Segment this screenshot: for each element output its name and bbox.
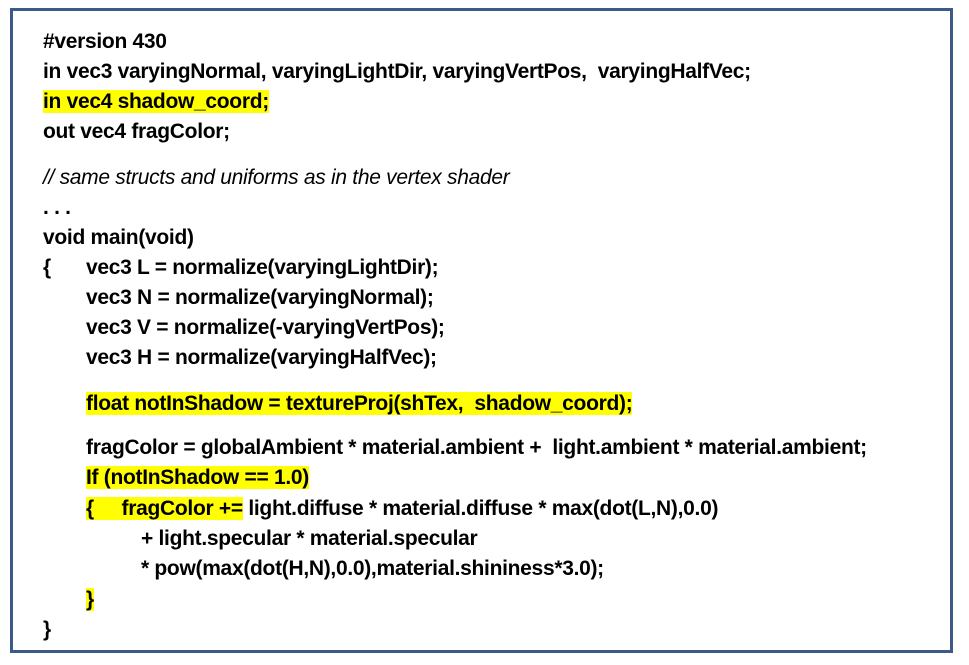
code-line-vec-v: vec3 V = normalize(-varyingVertPos); (86, 316, 445, 339)
code-line-main-signature: void main(void) (43, 226, 194, 249)
code-line-inner-close-brace: } (86, 586, 94, 614)
code-line-pow: * pow(max(dot(H,N),0.0),material.shinine… (141, 557, 604, 580)
code-line-inputs: in vec3 varyingNormal, varyingLightDir, … (43, 60, 751, 83)
code-block: #version 430 in vec3 varyingNormal, vary… (43, 28, 867, 641)
code-text: light.diffuse * material.diffuse * max(d… (242, 497, 719, 520)
highlighted-text: } (86, 588, 94, 611)
highlighted-text: float notInShadow = textureProj(shTex, s… (86, 392, 633, 415)
code-line-if-shadow: If (notInShadow == 1.0) (86, 464, 309, 492)
highlighted-text: in vec4 shadow_coord; (43, 90, 269, 113)
code-line-ambient: fragColor = globalAmbient * material.amb… (86, 436, 867, 459)
highlighted-text: { fragColor += (86, 497, 243, 520)
code-line-shadow-coord: in vec4 shadow_coord; (43, 88, 269, 116)
code-line-vec-h: vec3 H = normalize(varyingHalfVec); (86, 346, 437, 369)
highlighted-text: If (notInShadow == 1.0) (86, 466, 309, 489)
code-line-output: out vec4 fragColor; (43, 120, 230, 143)
code-line-frag-color-add: { fragColor += light.diffuse * material.… (86, 495, 718, 523)
code-line-open-brace: { (43, 256, 51, 279)
code-line-ellipsis: . . . (43, 196, 71, 219)
code-line-specular: + light.specular * material.specular (141, 527, 478, 550)
code-line-comment: // same structs and uniforms as in the v… (43, 166, 510, 189)
code-line-vec-l: vec3 L = normalize(varyingLightDir); (86, 256, 439, 279)
code-line-close-brace: } (43, 618, 51, 641)
code-line-vec-n: vec3 N = normalize(varyingNormal); (86, 286, 434, 309)
code-line-not-in-shadow: float notInShadow = textureProj(shTex, s… (86, 390, 633, 418)
code-line-version: #version 430 (43, 30, 167, 53)
